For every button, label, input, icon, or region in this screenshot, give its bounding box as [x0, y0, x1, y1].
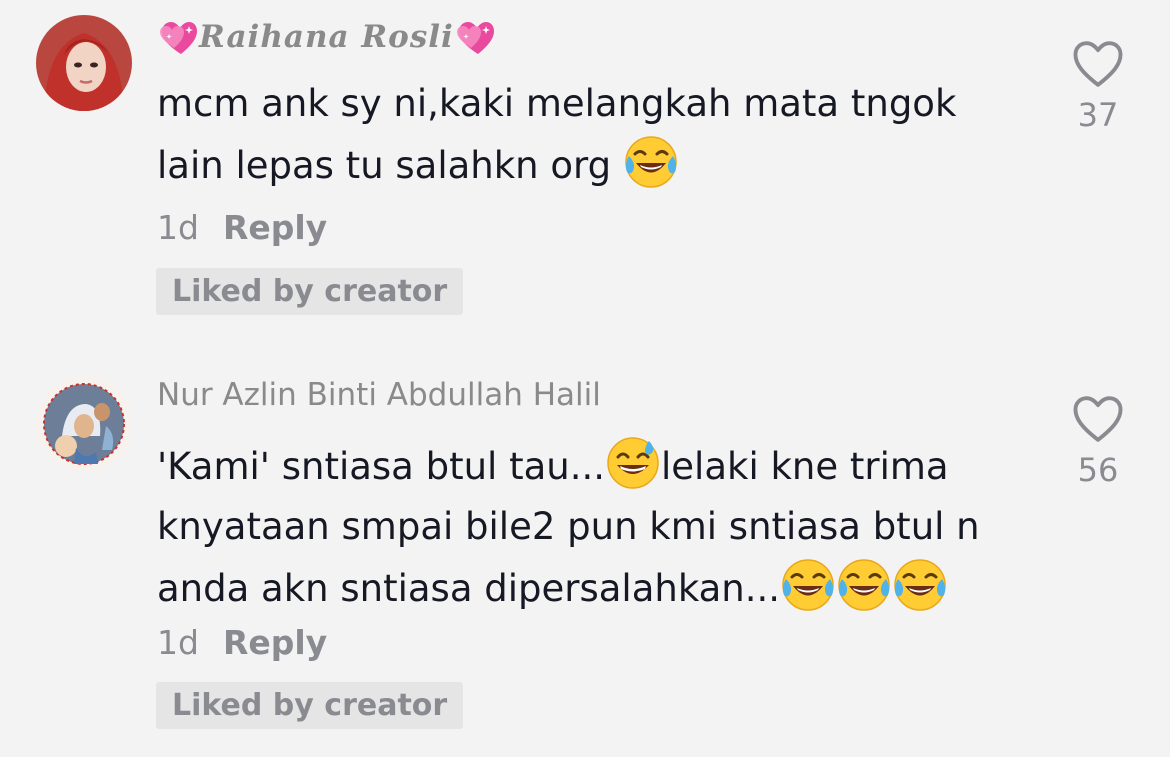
comment-text-line: 'Kami' sntiasa btul tau... — [157, 445, 606, 488]
like-button[interactable]: 56 — [1066, 393, 1130, 489]
like-count: 37 — [1077, 96, 1119, 134]
comment-time: 1d — [157, 623, 199, 662]
grinning-face-with-sweat-icon — [605, 435, 661, 491]
comment-meta: 1d Reply — [157, 208, 327, 247]
sparkling-heart-icon — [157, 18, 199, 56]
face-with-tears-of-joy-icon — [623, 134, 679, 190]
sparkling-heart-icon — [454, 18, 496, 56]
avatar[interactable] — [36, 376, 132, 472]
heart-outline-icon[interactable] — [1070, 38, 1126, 90]
comment-time: 1d — [157, 208, 199, 247]
heart-outline-icon[interactable] — [1070, 393, 1126, 445]
username-text[interactable]: Raihana Rosli — [199, 19, 454, 55]
face-with-tears-of-joy-icon — [836, 557, 892, 613]
comment-meta: 1d Reply — [157, 623, 327, 662]
liked-by-creator-badge: Liked by creator — [156, 682, 464, 729]
comment-text-line: knyataan smpai bile2 pun kmi sntiasa btu… — [157, 505, 980, 548]
comment-text-line: lain lepas tu salahkn org — [157, 144, 612, 187]
like-count: 56 — [1077, 451, 1119, 489]
face-with-tears-of-joy-icon — [780, 557, 836, 613]
avatar-image — [36, 376, 132, 472]
comment-list: Raihana Rosli mcm ank sy ni,kaki melangk… — [0, 0, 1170, 757]
comment-text-line: lelaki kne trima — [661, 445, 949, 488]
comment-username[interactable]: Nur Azlin Binti Abdullah Halil — [157, 377, 601, 413]
comment-text: mcm ank sy ni,kaki melangkah mata tngok … — [157, 74, 1037, 196]
comment-text-line: anda akn sntiasa dipersalahkan... — [157, 567, 781, 610]
reply-button[interactable]: Reply — [223, 208, 327, 247]
like-button[interactable]: 37 — [1066, 38, 1130, 134]
comment-text-line: mcm ank sy ni,kaki melangkah mata tngok — [157, 82, 957, 125]
avatar-image — [36, 15, 132, 111]
avatar[interactable] — [36, 15, 132, 111]
liked-by-creator-badge: Liked by creator — [156, 268, 464, 315]
comment-text: 'Kami' sntiasa btul tau... lelaki kne tri… — [157, 435, 1037, 619]
comment-username[interactable]: Raihana Rosli — [157, 18, 496, 56]
reply-button[interactable]: Reply — [223, 623, 327, 662]
face-with-tears-of-joy-icon — [892, 557, 948, 613]
